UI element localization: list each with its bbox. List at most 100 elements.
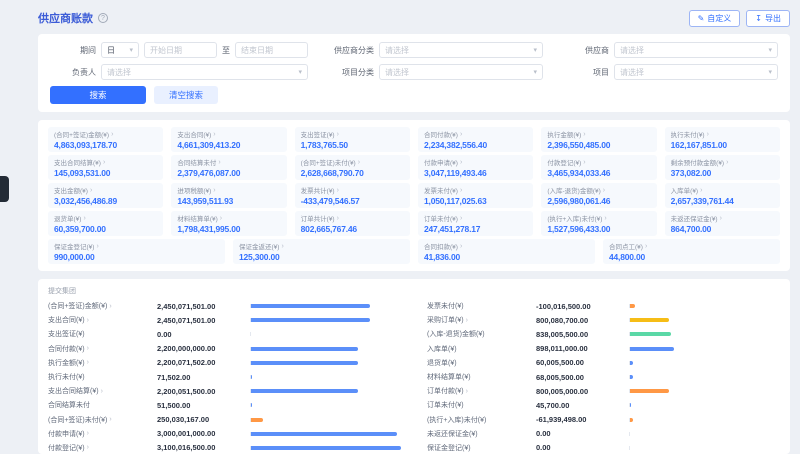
chart-row[interactable]: 支出签证(¥) 0.00 (48, 327, 401, 341)
chart-bar (630, 418, 633, 422)
stat-tile[interactable]: 未返还保证金(¥)› 864,700.00 (665, 211, 780, 236)
stat-tile[interactable]: 入库单(¥)› 2,657,339,761.44 (665, 183, 780, 208)
chevron-right-icon: › (220, 215, 222, 222)
chart-row[interactable]: 采购订单(¥)› 800,080,700.00 (427, 313, 780, 327)
stat-value: 4,863,093,178.70 (54, 140, 157, 150)
chevron-right-icon: › (460, 243, 462, 250)
stat-tile[interactable]: (执行+入库)未付(¥)› 1,527,596,433.00 (541, 211, 656, 236)
filter-project-category: 项目分类 请选择 ▾ (328, 64, 543, 80)
end-date-input[interactable]: 结束日期 (235, 42, 308, 58)
stat-tile[interactable]: 保证金登记(¥)› 990,000.00 (48, 239, 225, 264)
stat-tile[interactable]: 执行未付(¥)› 162,167,851.00 (665, 127, 780, 152)
chart-row-label: 采购订单(¥)› (427, 315, 531, 325)
chart-row[interactable]: 执行金额(¥)› 2,200,071,502.00 (48, 356, 401, 370)
start-date-input[interactable]: 开始日期 (144, 42, 217, 58)
chevron-right-icon: › (218, 159, 220, 166)
chart-row[interactable]: 订单未付(¥) 45,700.00 (427, 398, 780, 412)
chevron-right-icon: › (466, 317, 468, 324)
stat-label: 保证金返还(¥)› (239, 241, 404, 251)
chart-row[interactable]: (合同+签证)未付(¥)› 250,030,167.00 (48, 413, 401, 427)
stat-value: 2,234,382,556.40 (424, 140, 527, 150)
stat-tile[interactable]: 付款登记(¥)› 3,465,934,033.46 (541, 155, 656, 180)
stat-tile[interactable]: 合同扣款(¥)› 41,836.00 (418, 239, 595, 264)
chevron-right-icon: › (87, 444, 89, 451)
chart-row[interactable]: 保证金登记(¥) 0.00 (427, 441, 780, 454)
stat-tile[interactable]: 订单未付(¥)› 247,451,278.17 (418, 211, 533, 236)
stat-tile[interactable]: 进项税额(¥)› 143,959,511.93 (171, 183, 286, 208)
stat-tile[interactable]: 支出签证(¥)› 1,783,765.50 (295, 127, 410, 152)
stat-tile[interactable]: 付款申请(¥)› 3,047,119,493.46 (418, 155, 533, 180)
stat-tile[interactable]: 执行金额(¥)› 2,396,550,485.00 (541, 127, 656, 152)
stat-value: 2,596,980,061.46 (547, 196, 650, 206)
stat-value: 2,396,550,485.00 (547, 140, 650, 150)
chart-bar (251, 347, 358, 351)
customize-label: 自定义 (707, 13, 731, 24)
stat-tile[interactable]: (合同+签证)未付(¥)› 2,628,668,790.70 (295, 155, 410, 180)
stat-tile[interactable]: 合同付款(¥)› 2,234,382,556.40 (418, 127, 533, 152)
chart-row[interactable]: 合同结算未付 51,500.00 (48, 398, 401, 412)
stat-label: 支出金额(¥)› (54, 185, 157, 195)
chevron-right-icon: › (109, 416, 111, 423)
customize-button[interactable]: ✎ 自定义 (689, 10, 741, 27)
supplier-select[interactable]: 请选择 ▾ (614, 42, 778, 58)
stat-tile[interactable]: 发票未付(¥)› 1,050,117,025.63 (418, 183, 533, 208)
chevron-right-icon: › (700, 187, 702, 194)
chart-row[interactable]: 材料结算单(¥) 68,005,500.00 (427, 370, 780, 384)
stat-tile[interactable]: 退货单(¥)› 60,359,700.00 (48, 211, 163, 236)
stat-value: 1,783,765.50 (301, 140, 404, 150)
chart-row[interactable]: (执行+入库)未付(¥) -61,939,498.00 (427, 413, 780, 427)
chart-row[interactable]: (入库-退货)金额(¥) 838,005,500.00 (427, 327, 780, 341)
project-category-select[interactable]: 请选择 ▾ (379, 64, 543, 80)
chart-bar-track (629, 304, 780, 308)
chart-row[interactable]: 支出合同结算(¥)› 2,200,051,500.00 (48, 384, 401, 398)
chart-row[interactable]: 合同付款(¥)› 2,200,000,000.00 (48, 342, 401, 356)
stat-tile[interactable]: (合同+签证)金额(¥)› 4,863,093,178.70 (48, 127, 163, 152)
chart-row[interactable]: 退货单(¥) 60,005,500.00 (427, 356, 780, 370)
owner-select[interactable]: 请选择 ▾ (101, 64, 308, 80)
export-button[interactable]: ↧ 导出 (746, 10, 790, 27)
chart-bar-track (250, 304, 401, 308)
chart-row[interactable]: 发票未付(¥) -100,016,500.00 (427, 299, 780, 313)
chart-row[interactable]: 执行未付(¥) 71,502.00 (48, 370, 401, 384)
chart-bar (251, 432, 397, 436)
chart-row[interactable]: 付款登记(¥)› 3,100,016,500.00 (48, 441, 401, 454)
project-select[interactable]: 请选择 ▾ (614, 64, 778, 80)
filter-label-owner: 负责人 (50, 67, 96, 78)
chevron-right-icon: › (87, 317, 89, 324)
stat-tile[interactable]: 支出合同结算(¥)› 145,093,531.00 (48, 155, 163, 180)
chart-bar (251, 304, 370, 308)
chart-row[interactable]: (合同+签证)金额(¥)› 2,450,071,501.00 (48, 299, 401, 313)
stat-tile[interactable]: 发票共计(¥)› -433,479,546.57 (295, 183, 410, 208)
chart-bar (251, 318, 370, 322)
stat-tile[interactable]: 订单共计(¥)› 802,665,767.46 (295, 211, 410, 236)
chart-row[interactable]: 付款申请(¥)› 3,000,001,000.00 (48, 427, 401, 441)
chart-row[interactable]: 入库单(¥) 898,011,000.00 (427, 342, 780, 356)
stat-tile[interactable]: 支出合同(¥)› 4,661,309,413.20 (171, 127, 286, 152)
supplier-category-select[interactable]: 请选择 ▾ (379, 42, 543, 58)
help-icon[interactable]: ? (98, 13, 108, 23)
chart-row-value: 0.00 (536, 443, 624, 452)
stat-value: 990,000.00 (54, 252, 219, 262)
period-unit-select[interactable]: 日 ▾ (101, 42, 139, 58)
clear-search-button[interactable]: 清空搜索 (154, 86, 218, 104)
stat-tile[interactable]: (入库-退货)金额(¥)› 2,596,980,061.46 (541, 183, 656, 208)
chart-row[interactable]: 支出合同(¥)› 2,450,071,501.00 (48, 313, 401, 327)
chart-row-label: 合同付款(¥)› (48, 344, 152, 354)
stat-tile[interactable]: 合同结算未付› 2,379,476,087.00 (171, 155, 286, 180)
chart-bar (630, 361, 633, 365)
stat-tile[interactable]: 支出金额(¥)› 3,032,456,486.89 (48, 183, 163, 208)
stat-label: (执行+入库)未付(¥)› (547, 213, 650, 223)
chart-bar-track (250, 446, 401, 450)
stat-tile[interactable]: 剩余预付款金额(¥)› 373,082.00 (665, 155, 780, 180)
chevron-right-icon: › (337, 131, 339, 138)
stat-tile[interactable]: 合同点工(¥)› 44,800.00 (603, 239, 780, 264)
stat-label: 合同点工(¥)› (609, 241, 774, 251)
chart-row[interactable]: 订单付款(¥)› 800,005,000.00 (427, 384, 780, 398)
stat-tile[interactable]: 保证金返还(¥)› 125,300.00 (233, 239, 410, 264)
drawer-handle[interactable] (0, 176, 9, 202)
project-category-placeholder: 请选择 (385, 67, 409, 78)
chevron-right-icon: › (111, 131, 113, 138)
chart-row[interactable]: 未返还保证金(¥) 0.00 (427, 427, 780, 441)
stat-tile[interactable]: 材料结算单(¥)› 1,798,431,995.00 (171, 211, 286, 236)
search-button[interactable]: 搜索 (50, 86, 146, 104)
